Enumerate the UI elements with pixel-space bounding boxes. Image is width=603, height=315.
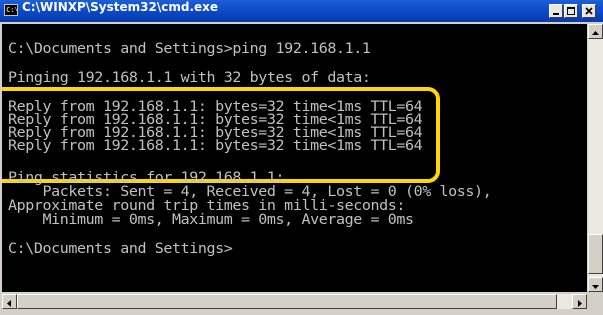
- horizontal-scroll-thumb[interactable]: [17, 294, 557, 309]
- arrow-down-icon: [592, 285, 599, 289]
- scroll-right-button[interactable]: [572, 294, 587, 309]
- close-icon: [585, 7, 593, 15]
- console-prompt: C:\Documents and Settings>: [8, 240, 233, 257]
- cmd-app-icon[interactable]: C:\: [4, 4, 19, 16]
- scroll-left-button[interactable]: [2, 294, 17, 309]
- app-icon-label: C:\: [6, 6, 19, 14]
- console-line: Reply from 192.168.1.1: bytes=32 time<1m…: [8, 137, 423, 154]
- resize-grip[interactable]: [588, 294, 603, 309]
- minimize-icon: [553, 13, 559, 15]
- minimize-button[interactable]: [549, 4, 563, 18]
- scroll-up-button[interactable]: [588, 24, 603, 39]
- horizontal-scrollbar[interactable]: [2, 294, 587, 309]
- window-title: C:\WINXP\System32\cmd.exe: [22, 0, 219, 14]
- arrow-up-icon: [592, 31, 599, 35]
- console-line: Minimum = 0ms, Maximum = 0ms, Average = …: [8, 211, 415, 228]
- console-line: C:\Documents and Settings>ping 192.168.1…: [8, 40, 371, 57]
- scroll-down-button[interactable]: [588, 277, 603, 292]
- close-button[interactable]: [582, 4, 596, 18]
- vertical-scroll-thumb[interactable]: [588, 234, 603, 274]
- console-output[interactable]: C:\Documents and Settings>ping 192.168.1…: [2, 24, 587, 292]
- console-line: Ping statistics for 192.168.1.1:: [8, 169, 285, 186]
- vertical-scrollbar[interactable]: [588, 24, 603, 292]
- maximize-icon: [567, 7, 575, 15]
- console-line: Packets: Sent = 4, Received = 4, Lost = …: [8, 183, 492, 200]
- window-bottom-border: [0, 309, 603, 315]
- maximize-button[interactable]: [564, 4, 578, 18]
- title-bar[interactable]: C:\ C:\WINXP\System32\cmd.exe: [0, 0, 603, 22]
- cmd-window: C:\ C:\WINXP\System32\cmd.exe C:\Documen…: [0, 0, 603, 315]
- console-line: Approximate round trip times in milli-se…: [8, 197, 406, 214]
- console-line: Pinging 192.168.1.1 with 32 bytes of dat…: [8, 69, 371, 86]
